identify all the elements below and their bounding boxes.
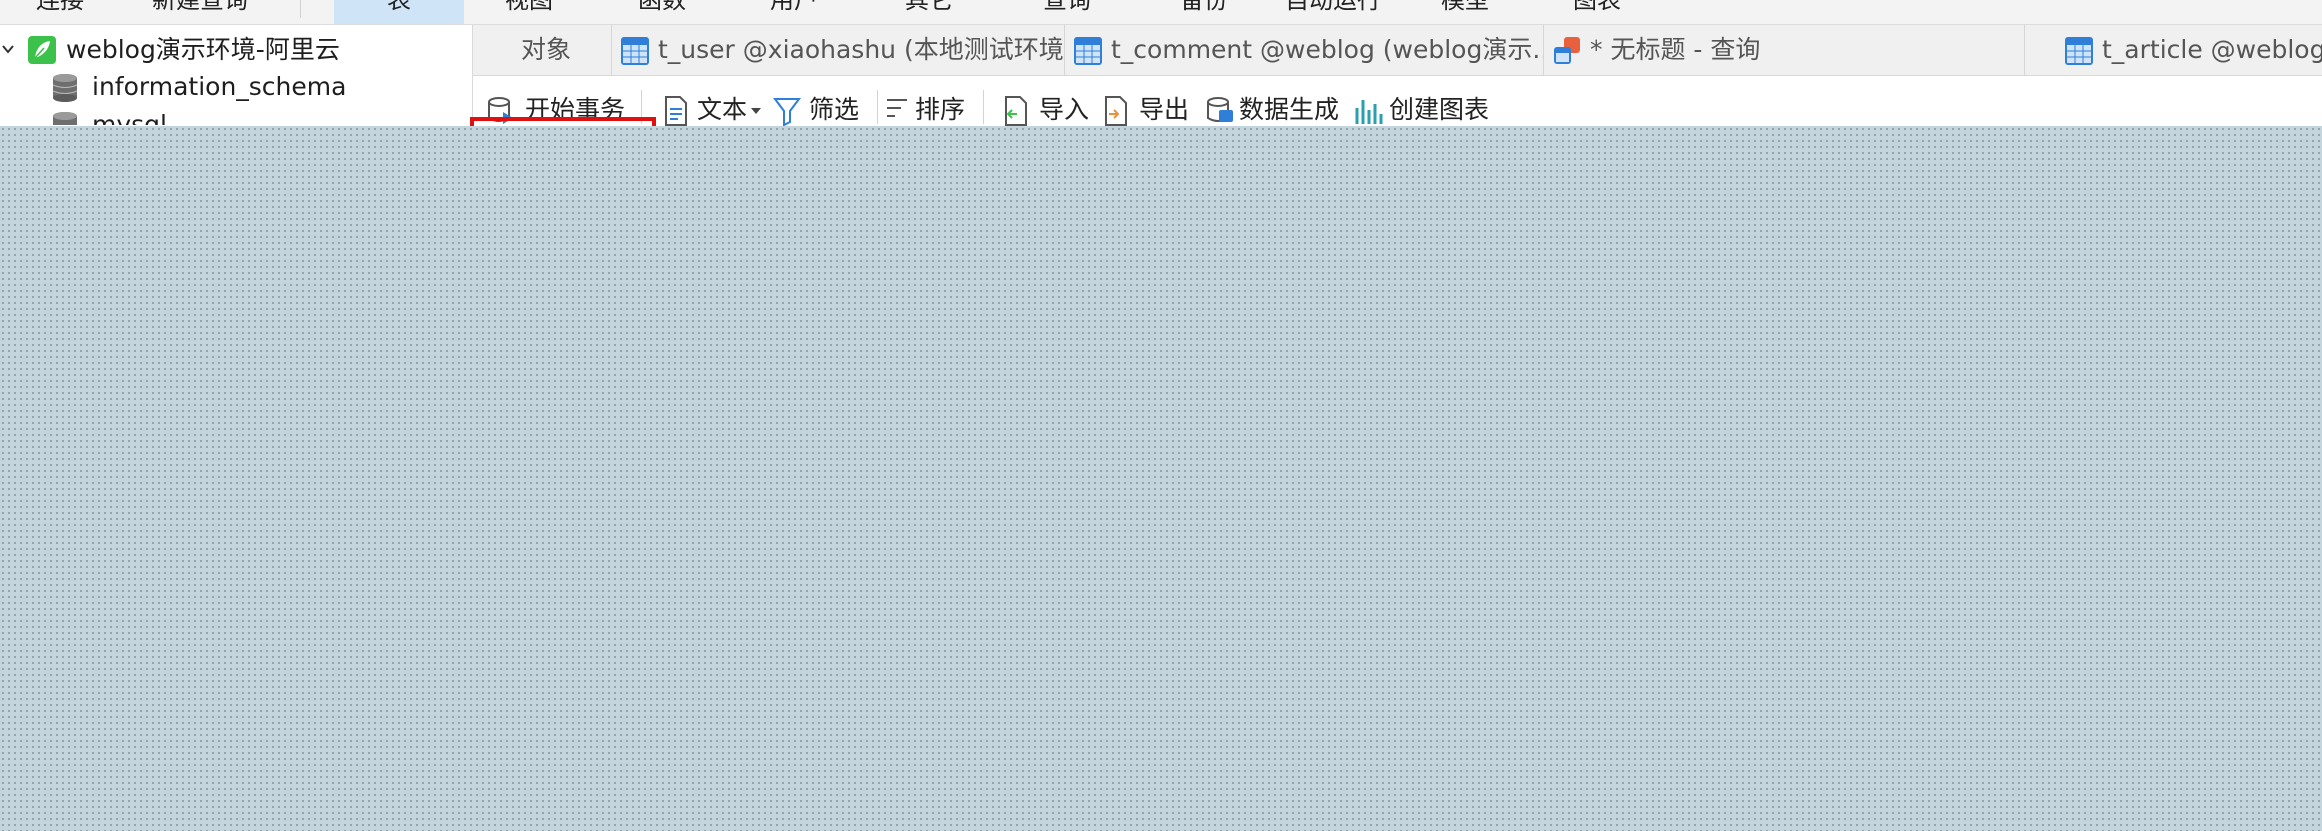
data-generation-icon <box>1207 97 1233 122</box>
table-icon <box>621 37 649 65</box>
table-icon <box>2065 37 2093 65</box>
sort-icon <box>887 99 907 117</box>
create-chart-button[interactable]: 创建图表 <box>1353 90 1493 126</box>
export-icon <box>1105 96 1127 126</box>
toolbar-model-button[interactable]: 模型 <box>1441 0 1489 24</box>
database-name: mysql <box>92 110 167 125</box>
text-label: 文本 <box>697 95 748 124</box>
import-button[interactable]: 导入 <box>1003 90 1093 126</box>
table-toolbar: 开始事务 文本 筛选 排序 导入 导出 数据生成 创建图表 <box>473 76 2322 126</box>
filter-button[interactable]: 筛选 <box>773 90 863 126</box>
toolbar-new-query-button[interactable]: 新建查询 <box>152 0 248 24</box>
chevron-down-icon[interactable] <box>2 43 14 55</box>
connection-name: weblog演示环境-阿里云 <box>66 35 340 64</box>
text-view-button[interactable]: 文本 <box>663 90 763 126</box>
object-tab-bar: 对象 t_user @xiaohashu (本地测试环境8.... t_comm… <box>473 25 2322 76</box>
export-label: 导出 <box>1139 95 1190 124</box>
import-icon <box>1005 96 1027 126</box>
toolbar-chart-button[interactable]: 图表 <box>1573 0 1621 24</box>
tab-t-user[interactable]: t_user @xiaohashu (本地测试环境8.... <box>612 25 1065 75</box>
tab-label: 对象 <box>521 35 572 64</box>
export-button[interactable]: 导出 <box>1103 90 1193 126</box>
toolbar-view-button[interactable]: 视图 <box>505 0 553 24</box>
toolbar-user-button[interactable]: 用户 <box>770 0 818 24</box>
toolbar-function-button[interactable]: 函数 <box>638 0 686 24</box>
tab-untitled-query[interactable]: * 无标题 - 查询 <box>1544 25 2025 75</box>
tab-t-comment[interactable]: t_comment @weblog (weblog演示... <box>1065 25 1544 75</box>
document-icon <box>665 96 687 126</box>
query-icon <box>1554 37 1580 64</box>
import-label: 导入 <box>1039 95 1090 124</box>
sort-button[interactable]: 排序 <box>885 90 975 126</box>
database-icon <box>53 112 77 125</box>
filter-label: 筛选 <box>809 95 860 124</box>
tree-db-mysql[interactable]: mysql <box>0 106 472 125</box>
toolbar-other-button[interactable]: 其它 <box>905 0 953 24</box>
bar-chart-icon <box>1355 100 1383 124</box>
database-name: information_schema <box>92 72 347 101</box>
data-generation-button[interactable]: 数据生成 <box>1205 90 1345 126</box>
data-generation-label: 数据生成 <box>1239 95 1340 124</box>
sort-label: 排序 <box>915 95 966 124</box>
table-icon <box>1074 37 1102 65</box>
tab-label: t_comment @weblog (weblog演示... <box>1111 35 1544 64</box>
toolbar-automation-button[interactable]: 自动运行 <box>1285 0 1381 24</box>
tree-db-information-schema[interactable]: information_schema <box>0 68 472 106</box>
tab-label: t_user @xiaohashu (本地测试环境8.... <box>658 35 1064 64</box>
dotted-overlay <box>0 126 2322 831</box>
tab-label: t_article @weblog (w <box>2102 35 2322 64</box>
toolbar-divider <box>983 90 984 124</box>
toolbar-backup-button[interactable]: 备份 <box>1180 0 1228 24</box>
tab-label: * 无标题 - 查询 <box>1590 35 1761 64</box>
connection-leaf-icon <box>28 36 56 64</box>
toolbar-table-button[interactable]: 表 <box>334 0 464 24</box>
main-toolbar: 连接 新建查询 表 视图 函数 用户 其它 查询 备份 自动运行 模型 图表 <box>0 0 2322 25</box>
filter-icon <box>773 98 801 126</box>
create-chart-label: 创建图表 <box>1389 95 1490 124</box>
dropdown-arrow-icon <box>751 108 761 114</box>
tab-t-article[interactable]: t_article @weblog (w <box>2056 25 2322 75</box>
toolbar-query-button[interactable]: 查询 <box>1043 0 1091 24</box>
database-icon <box>52 74 78 102</box>
tree-connection-weblog[interactable]: weblog演示环境-阿里云 <box>0 31 472 69</box>
toolbar-divider <box>877 90 878 124</box>
toolbar-connect-button[interactable]: 连接 <box>36 0 84 24</box>
navigation-tree: weblog演示环境-阿里云 information_schema mysql <box>0 25 473 125</box>
tab-objects[interactable]: 对象 <box>473 25 612 75</box>
toolbar-divider <box>300 0 301 18</box>
